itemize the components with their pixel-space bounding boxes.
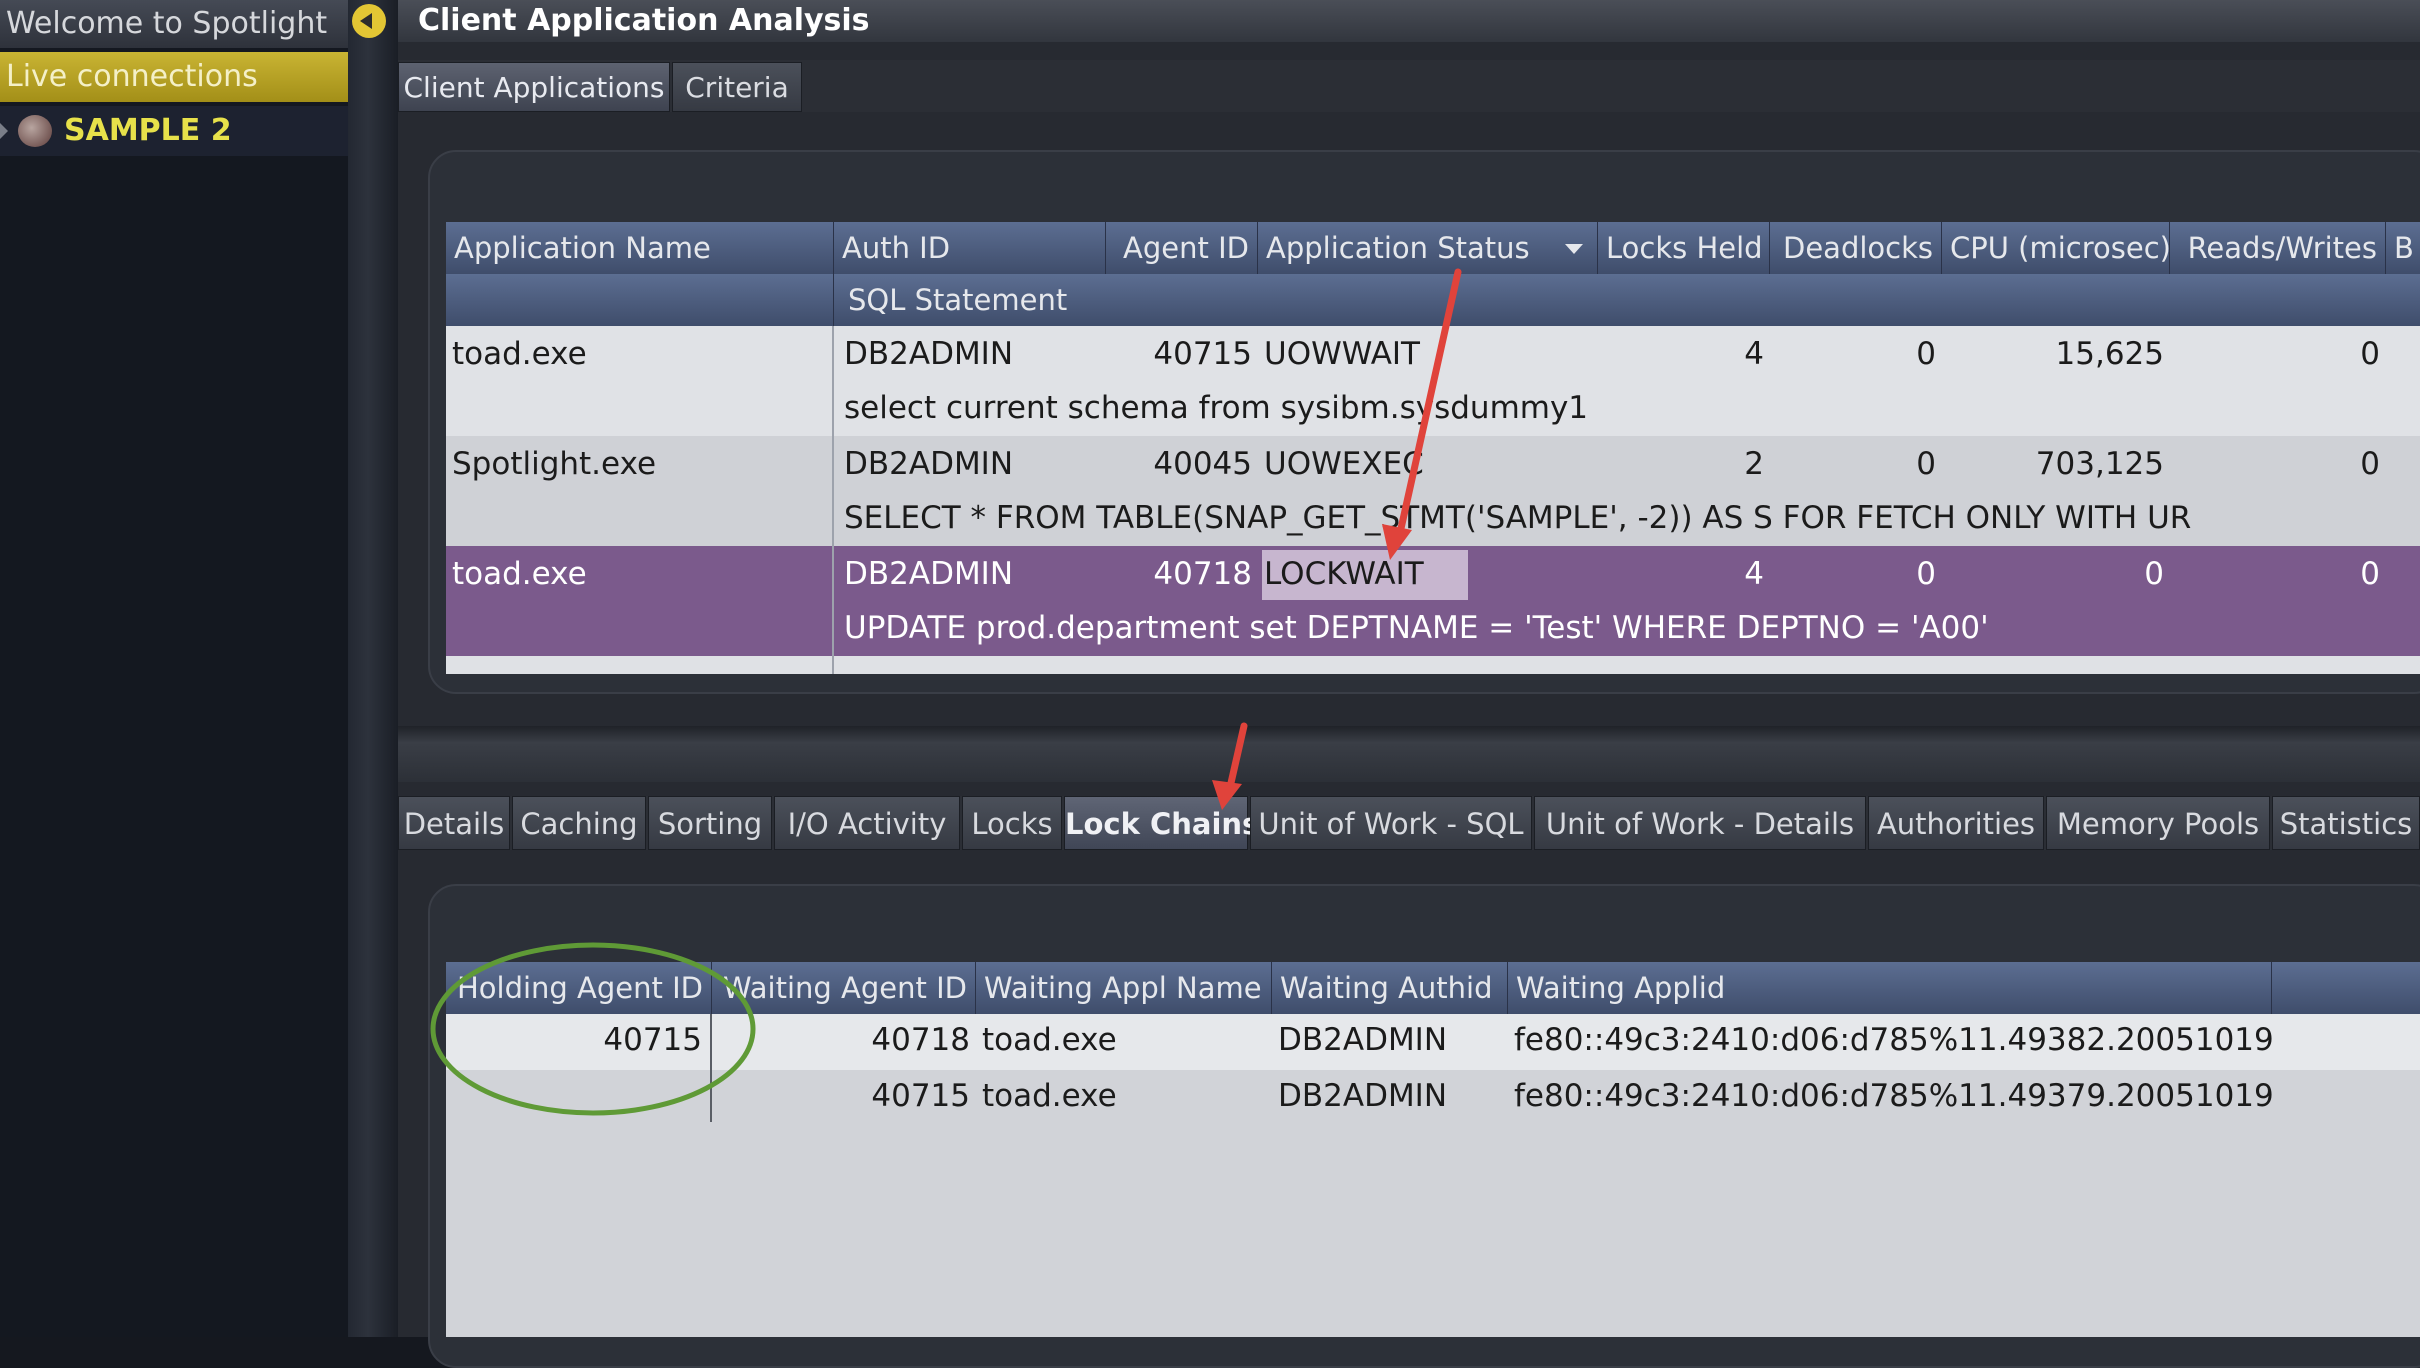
annotation-circle <box>430 942 756 1116</box>
annotation-overlay <box>430 268 1462 1116</box>
annotation-arrow-status <box>1382 268 1462 560</box>
annotation-arrow-tab <box>1212 722 1248 810</box>
